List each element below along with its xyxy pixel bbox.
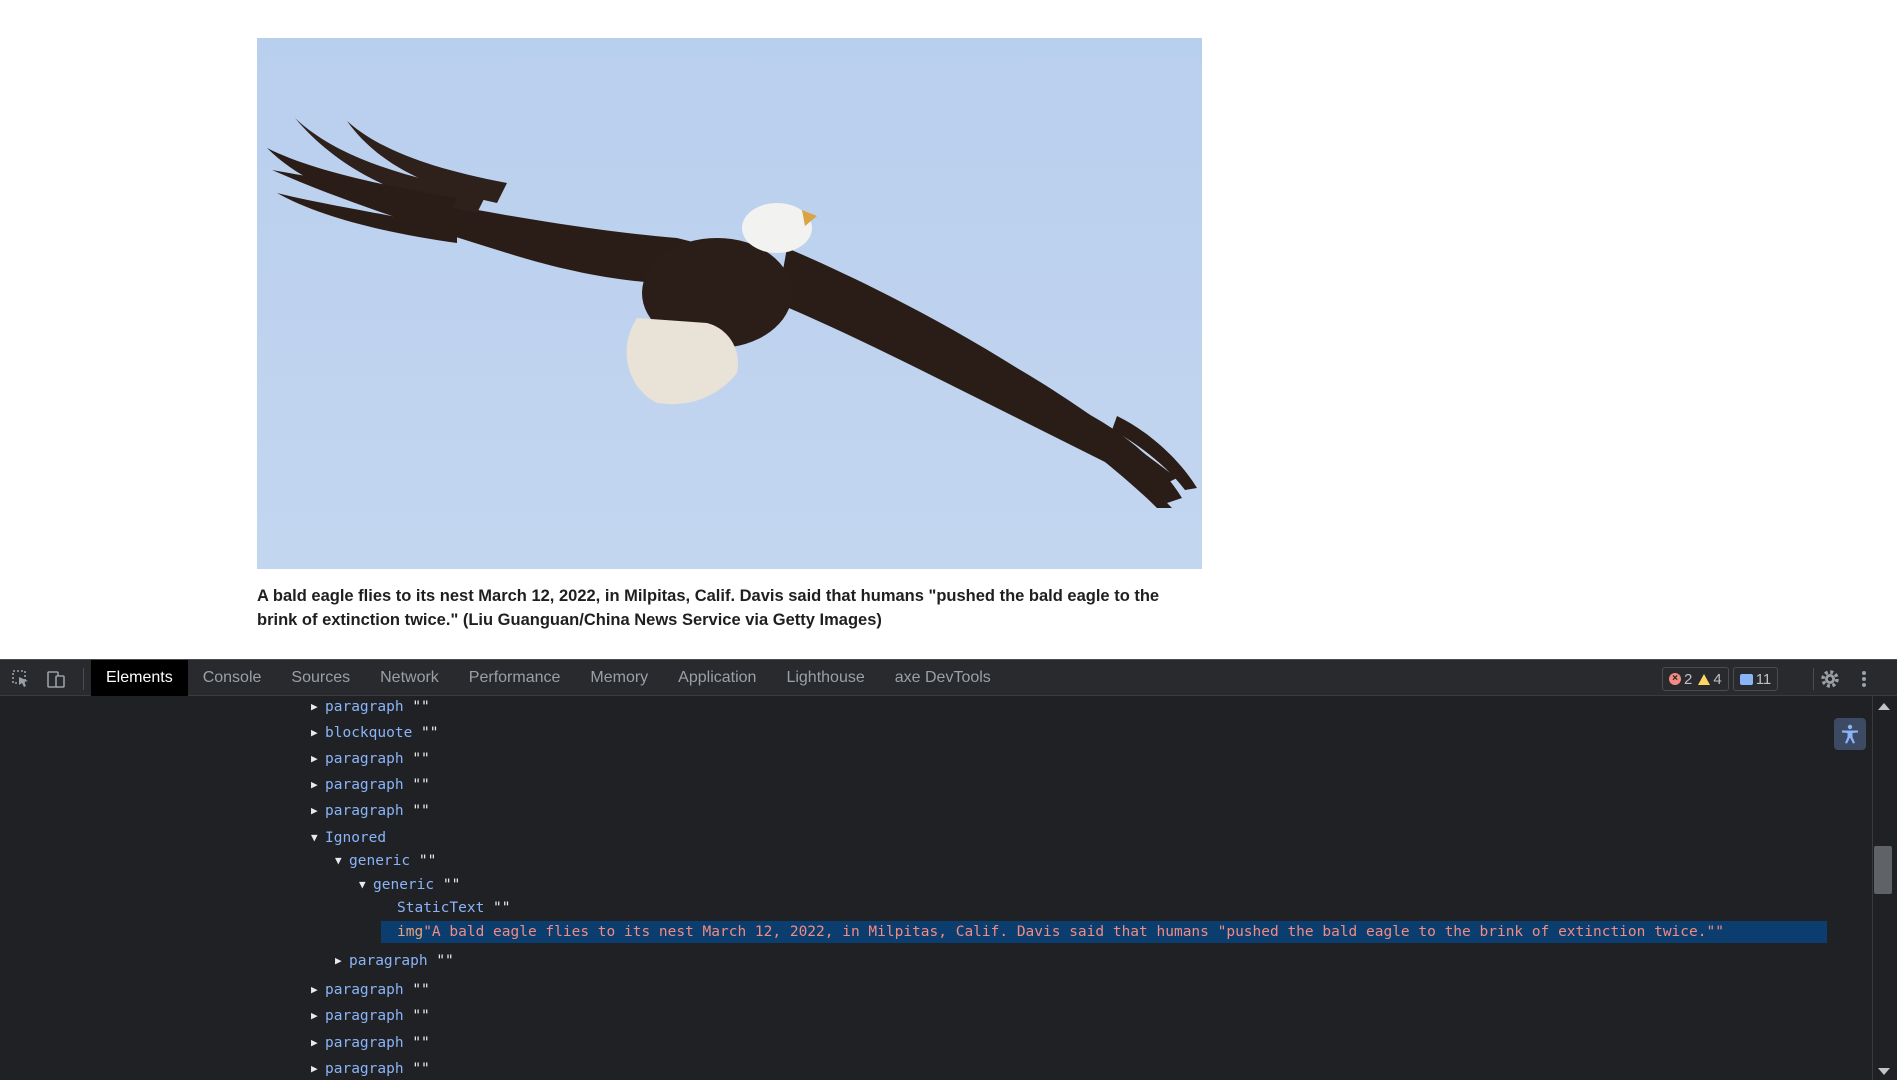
expand-arrow-icon[interactable]: ▶ bbox=[311, 722, 325, 744]
node-value: "" bbox=[412, 751, 430, 767]
error-warning-counter[interactable]: × 2 4 bbox=[1662, 667, 1729, 691]
tab-performance[interactable]: Performance bbox=[454, 660, 576, 696]
tree-node[interactable]: StaticText "" bbox=[383, 897, 511, 919]
tree-node[interactable]: ▼ generic "" bbox=[335, 850, 436, 872]
error-icon: × bbox=[1669, 673, 1681, 685]
tab-axe-devtools[interactable]: axe DevTools bbox=[880, 660, 1006, 696]
warning-count: 4 bbox=[1713, 670, 1722, 688]
expand-arrow-icon[interactable]: ▶ bbox=[311, 979, 325, 1001]
tree-node[interactable]: ▶ paragraph "" bbox=[311, 1005, 430, 1027]
issue-counters: × 2 4 11 bbox=[1662, 667, 1782, 691]
scroll-down-arrow-icon[interactable] bbox=[1878, 1068, 1890, 1075]
tree-node[interactable]: ▶ paragraph "" bbox=[335, 950, 454, 972]
messages-counter[interactable]: 11 bbox=[1732, 667, 1779, 691]
collapse-arrow-icon[interactable]: ▼ bbox=[335, 850, 349, 872]
accessibility-tree: ▶ paragraph "" ▶ blockquote "" ▶ paragraph … bbox=[0, 696, 1872, 1080]
tree-node[interactable]: ▶ paragraph "" bbox=[311, 800, 430, 822]
node-role: generic bbox=[349, 853, 411, 869]
expand-arrow-icon[interactable]: ▶ bbox=[311, 1058, 325, 1080]
tree-node[interactable]: ▶ paragraph "" bbox=[311, 979, 430, 1001]
node-value: "" bbox=[418, 853, 437, 869]
web-page: A bald eagle flies to its nest March 12,… bbox=[0, 0, 1897, 659]
error-count: 2 bbox=[1684, 670, 1693, 688]
devtools-toolbar: Elements Console Sources Network Perform… bbox=[0, 659, 1897, 696]
scroll-up-arrow-icon[interactable] bbox=[1878, 703, 1890, 710]
warning-icon bbox=[1698, 673, 1711, 685]
tree-node[interactable]: ▼ Ignored bbox=[311, 827, 386, 849]
settings-gear-icon[interactable] bbox=[1818, 667, 1842, 691]
node-role: paragraph bbox=[325, 777, 404, 793]
node-role: paragraph bbox=[325, 803, 404, 819]
expand-arrow-icon[interactable]: ▶ bbox=[311, 800, 325, 822]
node-role: paragraph bbox=[325, 699, 404, 715]
collapse-arrow-icon[interactable]: ▼ bbox=[359, 874, 373, 896]
image-caption: A bald eagle flies to its nest March 12,… bbox=[257, 587, 1160, 629]
toolbar-divider bbox=[1813, 668, 1814, 690]
accessibility-icon bbox=[1842, 724, 1858, 744]
node-role: Ignored bbox=[325, 830, 387, 846]
node-value: "" bbox=[412, 1008, 430, 1024]
tab-application[interactable]: Application bbox=[663, 660, 771, 696]
node-role: paragraph bbox=[325, 1061, 404, 1077]
inspect-element-icon[interactable] bbox=[11, 669, 31, 689]
tab-network[interactable]: Network bbox=[365, 660, 454, 696]
accessibility-tree-toggle[interactable] bbox=[1834, 718, 1866, 750]
tree-node[interactable]: ▶ paragraph "" bbox=[311, 1058, 430, 1080]
toolbar-divider bbox=[83, 668, 84, 690]
more-options-icon[interactable] bbox=[1856, 667, 1872, 691]
node-value: "" bbox=[436, 953, 454, 969]
message-icon bbox=[1739, 673, 1753, 685]
devtools-tabs: Elements Console Sources Network Perform… bbox=[91, 660, 1006, 696]
tree-node[interactable]: ▶ blockquote "" bbox=[311, 722, 439, 744]
node-value: "" bbox=[412, 777, 430, 793]
node-value: "" bbox=[412, 1035, 430, 1051]
node-value: "" bbox=[493, 900, 511, 916]
tab-lighthouse[interactable]: Lighthouse bbox=[771, 660, 879, 696]
node-role: paragraph bbox=[325, 1008, 404, 1024]
message-count: 11 bbox=[1755, 670, 1772, 688]
node-value: "" bbox=[442, 877, 461, 893]
node-role: paragraph bbox=[325, 982, 404, 998]
node-value: "" bbox=[412, 982, 430, 998]
tree-node[interactable]: ▶ paragraph "" bbox=[311, 696, 430, 718]
tree-node[interactable]: ▶ paragraph "" bbox=[311, 1032, 430, 1054]
tab-sources[interactable]: Sources bbox=[276, 660, 365, 696]
devtools-panel: Elements Console Sources Network Perform… bbox=[0, 659, 1897, 1080]
expand-arrow-icon[interactable]: ▶ bbox=[335, 950, 349, 972]
expand-arrow-icon[interactable]: ▶ bbox=[311, 1032, 325, 1054]
expand-arrow-icon[interactable]: ▶ bbox=[311, 774, 325, 796]
expand-arrow-icon[interactable]: ▶ bbox=[311, 696, 325, 718]
expand-arrow-icon[interactable]: ▶ bbox=[311, 1005, 325, 1027]
node-value: "" bbox=[412, 803, 430, 819]
node-value: "" bbox=[412, 699, 430, 715]
node-value: "" bbox=[421, 725, 439, 741]
node-role: blockquote bbox=[325, 725, 413, 741]
node-value: "A bald eagle flies to its nest March 12… bbox=[423, 924, 1724, 940]
tab-memory[interactable]: Memory bbox=[575, 660, 663, 696]
expand-arrow-icon[interactable]: ▶ bbox=[311, 748, 325, 770]
tab-elements[interactable]: Elements bbox=[91, 660, 188, 696]
tree-node[interactable]: ▶ paragraph "" bbox=[311, 748, 430, 770]
tree-node[interactable]: ▼ generic "" bbox=[359, 874, 460, 896]
collapse-arrow-icon[interactable]: ▼ bbox=[311, 827, 325, 849]
eagle-illustration bbox=[267, 118, 1197, 508]
tree-node-selected[interactable]: img"A bald eagle flies to its nest March… bbox=[381, 921, 1827, 943]
tree-node[interactable]: ▶ paragraph "" bbox=[311, 774, 430, 796]
node-role: generic bbox=[373, 877, 435, 893]
bald-eagle-photo bbox=[257, 38, 1202, 569]
node-role: paragraph bbox=[325, 751, 404, 767]
node-value: "" bbox=[412, 1061, 430, 1077]
device-toolbar-icon[interactable] bbox=[46, 669, 66, 689]
scrollbar-thumb[interactable] bbox=[1874, 846, 1892, 894]
node-role: paragraph bbox=[349, 953, 428, 969]
node-role: paragraph bbox=[325, 1035, 404, 1051]
node-role: img bbox=[397, 924, 424, 940]
node-role: StaticText bbox=[397, 900, 485, 916]
tab-console[interactable]: Console bbox=[188, 660, 277, 696]
